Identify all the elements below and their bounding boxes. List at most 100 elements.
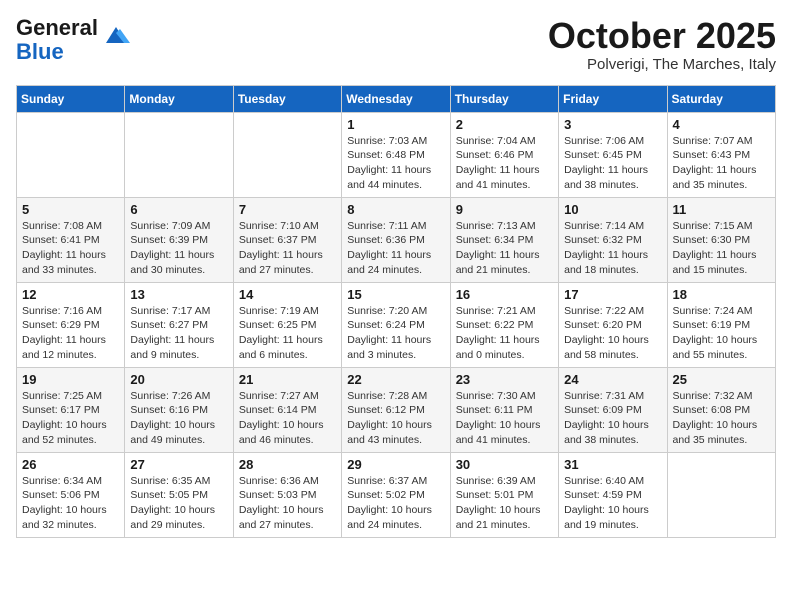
day-info: Sunrise: 7:10 AM Sunset: 6:37 PM Dayligh…	[239, 219, 336, 278]
day-info: Sunrise: 7:22 AM Sunset: 6:20 PM Dayligh…	[564, 304, 661, 363]
day-number: 14	[239, 287, 336, 302]
calendar-cell	[667, 452, 775, 537]
page-header: General Blue October 2025 Polverigi, The…	[16, 16, 776, 73]
day-info: Sunrise: 6:34 AM Sunset: 5:06 PM Dayligh…	[22, 474, 119, 533]
calendar-cell: 24 Sunrise: 7:31 AM Sunset: 6:09 PM Dayli…	[559, 367, 667, 452]
day-number: 8	[347, 202, 444, 217]
day-number: 26	[22, 457, 119, 472]
weekday-header: Saturday	[667, 85, 775, 112]
day-number: 29	[347, 457, 444, 472]
calendar-cell	[17, 112, 125, 197]
day-info: Sunrise: 7:25 AM Sunset: 6:17 PM Dayligh…	[22, 389, 119, 448]
calendar-cell: 3Sunrise: 7:06 AM Sunset: 6:45 PM Daylig…	[559, 112, 667, 197]
calendar-body: 1Sunrise: 7:03 AM Sunset: 6:48 PM Daylig…	[17, 112, 776, 537]
calendar-cell: 14 Sunrise: 7:19 AM Sunset: 6:25 PM Dayli…	[233, 282, 341, 367]
calendar-cell: 13 Sunrise: 7:17 AM Sunset: 6:27 PM Dayli…	[125, 282, 233, 367]
day-info: Sunrise: 7:11 AM Sunset: 6:36 PM Dayligh…	[347, 219, 444, 278]
calendar-cell: 29 Sunrise: 6:37 AM Sunset: 5:02 PM Dayli…	[342, 452, 450, 537]
day-number: 17	[564, 287, 661, 302]
calendar-table: SundayMondayTuesdayWednesdayThursdayFrid…	[16, 85, 776, 538]
day-number: 6	[130, 202, 227, 217]
calendar-cell: 26 Sunrise: 6:34 AM Sunset: 5:06 PM Dayli…	[17, 452, 125, 537]
month-title: October 2025	[548, 16, 776, 56]
weekday-header: Sunday	[17, 85, 125, 112]
day-number: 5	[22, 202, 119, 217]
day-info: Sunrise: 7:24 AM Sunset: 6:19 PM Dayligh…	[673, 304, 770, 363]
day-info: Sunrise: 7:14 AM Sunset: 6:32 PM Dayligh…	[564, 219, 661, 278]
day-number: 12	[22, 287, 119, 302]
day-number: 21	[239, 372, 336, 387]
day-number: 1	[347, 117, 444, 132]
day-number: 11	[673, 202, 770, 217]
day-info: Sunrise: 6:39 AM Sunset: 5:01 PM Dayligh…	[456, 474, 553, 533]
day-number: 31	[564, 457, 661, 472]
day-info: Sunrise: 7:20 AM Sunset: 6:24 PM Dayligh…	[347, 304, 444, 363]
day-info: Sunrise: 6:37 AM Sunset: 5:02 PM Dayligh…	[347, 474, 444, 533]
calendar-cell: 17 Sunrise: 7:22 AM Sunset: 6:20 PM Dayli…	[559, 282, 667, 367]
calendar-cell: 12 Sunrise: 7:16 AM Sunset: 6:29 PM Dayli…	[17, 282, 125, 367]
day-info: Sunrise: 6:35 AM Sunset: 5:05 PM Dayligh…	[130, 474, 227, 533]
calendar-cell: 30Sunrise: 6:39 AM Sunset: 5:01 PM Dayli…	[450, 452, 558, 537]
day-number: 19	[22, 372, 119, 387]
day-info: Sunrise: 7:04 AM Sunset: 6:46 PM Dayligh…	[456, 134, 553, 193]
weekday-header: Monday	[125, 85, 233, 112]
calendar-cell: 11 Sunrise: 7:15 AM Sunset: 6:30 PM Dayli…	[667, 197, 775, 282]
day-info: Sunrise: 7:09 AM Sunset: 6:39 PM Dayligh…	[130, 219, 227, 278]
day-info: Sunrise: 6:36 AM Sunset: 5:03 PM Dayligh…	[239, 474, 336, 533]
calendar-cell: 23Sunrise: 7:30 AM Sunset: 6:11 PM Dayli…	[450, 367, 558, 452]
calendar-cell: 2 Sunrise: 7:04 AM Sunset: 6:46 PM Daylig…	[450, 112, 558, 197]
calendar-cell: 31 Sunrise: 6:40 AM Sunset: 4:59 PM Dayli…	[559, 452, 667, 537]
calendar-cell: 15 Sunrise: 7:20 AM Sunset: 6:24 PM Dayli…	[342, 282, 450, 367]
day-info: Sunrise: 7:30 AM Sunset: 6:11 PM Dayligh…	[456, 389, 553, 448]
calendar-week-row: 1Sunrise: 7:03 AM Sunset: 6:48 PM Daylig…	[17, 112, 776, 197]
day-info: Sunrise: 7:17 AM Sunset: 6:27 PM Dayligh…	[130, 304, 227, 363]
calendar-week-row: 26 Sunrise: 6:34 AM Sunset: 5:06 PM Dayli…	[17, 452, 776, 537]
day-number: 22	[347, 372, 444, 387]
calendar-cell: 27Sunrise: 6:35 AM Sunset: 5:05 PM Dayli…	[125, 452, 233, 537]
calendar-week-row: 12 Sunrise: 7:16 AM Sunset: 6:29 PM Dayli…	[17, 282, 776, 367]
calendar-cell: 10 Sunrise: 7:14 AM Sunset: 6:32 PM Dayli…	[559, 197, 667, 282]
location: Polverigi, The Marches, Italy	[548, 56, 776, 73]
day-info: Sunrise: 7:08 AM Sunset: 6:41 PM Dayligh…	[22, 219, 119, 278]
day-number: 28	[239, 457, 336, 472]
day-number: 20	[130, 372, 227, 387]
calendar-cell: 21 Sunrise: 7:27 AM Sunset: 6:14 PM Dayli…	[233, 367, 341, 452]
day-info: Sunrise: 7:21 AM Sunset: 6:22 PM Dayligh…	[456, 304, 553, 363]
day-info: Sunrise: 7:26 AM Sunset: 6:16 PM Dayligh…	[130, 389, 227, 448]
logo-text: General Blue	[16, 16, 98, 64]
day-info: Sunrise: 7:16 AM Sunset: 6:29 PM Dayligh…	[22, 304, 119, 363]
day-number: 13	[130, 287, 227, 302]
day-number: 3	[564, 117, 661, 132]
day-info: Sunrise: 7:07 AM Sunset: 6:43 PM Dayligh…	[673, 134, 770, 193]
logo-icon	[102, 25, 130, 47]
day-info: Sunrise: 7:28 AM Sunset: 6:12 PM Dayligh…	[347, 389, 444, 448]
day-info: Sunrise: 7:15 AM Sunset: 6:30 PM Dayligh…	[673, 219, 770, 278]
calendar-week-row: 19 Sunrise: 7:25 AM Sunset: 6:17 PM Dayli…	[17, 367, 776, 452]
day-info: Sunrise: 7:27 AM Sunset: 6:14 PM Dayligh…	[239, 389, 336, 448]
day-number: 16	[456, 287, 553, 302]
day-number: 10	[564, 202, 661, 217]
calendar-cell: 16 Sunrise: 7:21 AM Sunset: 6:22 PM Dayli…	[450, 282, 558, 367]
day-number: 9	[456, 202, 553, 217]
day-number: 24	[564, 372, 661, 387]
day-info: Sunrise: 6:40 AM Sunset: 4:59 PM Dayligh…	[564, 474, 661, 533]
logo: General Blue	[16, 16, 130, 64]
calendar-cell: 9 Sunrise: 7:13 AM Sunset: 6:34 PM Daylig…	[450, 197, 558, 282]
weekday-header: Tuesday	[233, 85, 341, 112]
day-number: 2	[456, 117, 553, 132]
day-info: Sunrise: 7:31 AM Sunset: 6:09 PM Dayligh…	[564, 389, 661, 448]
weekday-header: Thursday	[450, 85, 558, 112]
day-number: 15	[347, 287, 444, 302]
day-number: 4	[673, 117, 770, 132]
day-info: Sunrise: 7:19 AM Sunset: 6:25 PM Dayligh…	[239, 304, 336, 363]
day-info: Sunrise: 7:32 AM Sunset: 6:08 PM Dayligh…	[673, 389, 770, 448]
day-info: Sunrise: 7:13 AM Sunset: 6:34 PM Dayligh…	[456, 219, 553, 278]
calendar-cell: 18Sunrise: 7:24 AM Sunset: 6:19 PM Dayli…	[667, 282, 775, 367]
calendar-cell	[125, 112, 233, 197]
weekday-header: Friday	[559, 85, 667, 112]
calendar-cell: 1Sunrise: 7:03 AM Sunset: 6:48 PM Daylig…	[342, 112, 450, 197]
calendar-week-row: 5 Sunrise: 7:08 AM Sunset: 6:41 PM Daylig…	[17, 197, 776, 282]
calendar-header-row: SundayMondayTuesdayWednesdayThursdayFrid…	[17, 85, 776, 112]
title-area: October 2025 Polverigi, The Marches, Ita…	[548, 16, 776, 73]
weekday-header: Wednesday	[342, 85, 450, 112]
